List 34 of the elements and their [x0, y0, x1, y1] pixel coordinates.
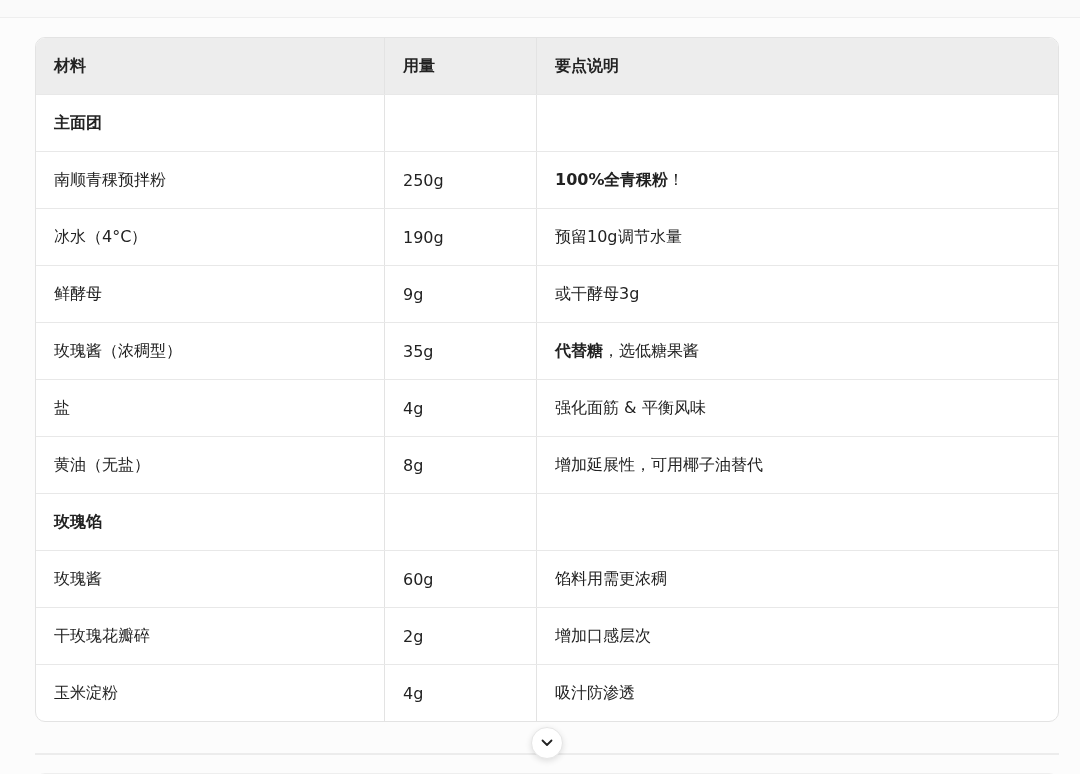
table-cell: 鲜酵母	[54, 283, 102, 305]
table-cell: 8g	[403, 455, 424, 475]
table-cell: 预留10g调节水量	[555, 226, 682, 248]
table-cell: 南顺青稞预拌粉	[54, 169, 166, 191]
table-cell: 4g	[403, 683, 424, 703]
column-header: 要点说明	[554, 54, 620, 77]
table-cell: 增加延展性，可用椰子油替代	[555, 454, 763, 476]
table-cell: 黄油（无盐）	[54, 454, 150, 476]
section-heading: 主面团	[54, 112, 102, 134]
table-cell: 250g	[403, 170, 444, 190]
expand-button[interactable]	[531, 727, 563, 759]
table-cell: 玉米淀粉	[54, 682, 118, 704]
table-cell: 2g	[403, 626, 424, 646]
table-cell: 干玫瑰花瓣碎	[54, 625, 150, 647]
table-cell: 强化面筋 & 平衡风味	[555, 397, 706, 419]
table-cell: 馅料用需更浓稠	[555, 568, 667, 590]
table-cell: 冰水（4°C）	[54, 226, 148, 248]
table-cell: 玫瑰酱（浓稠型）	[54, 340, 182, 362]
table-cell: 100%全青稞粉！	[555, 169, 685, 191]
table-cell: 盐	[54, 397, 70, 419]
table-cell: 190g	[403, 227, 444, 247]
table-cell: 9g	[403, 284, 424, 304]
table-cell: 35g	[403, 341, 434, 361]
table-cell: 玫瑰酱	[54, 568, 102, 590]
column-header: 材料	[36, 38, 385, 94]
table-cell: 吸汁防渗透	[555, 682, 635, 704]
table-cell: 4g	[403, 398, 424, 418]
table-cell: 60g	[403, 569, 434, 589]
table-cell: 增加口感层次	[555, 625, 651, 647]
section-heading: 玫瑰馅	[54, 511, 102, 533]
table-cell: 或干酵母3g	[555, 283, 640, 305]
table-cell: 代替糖，选低糖果酱	[555, 340, 699, 362]
chevron-down-icon	[541, 739, 553, 747]
column-header: 用量	[385, 38, 537, 94]
